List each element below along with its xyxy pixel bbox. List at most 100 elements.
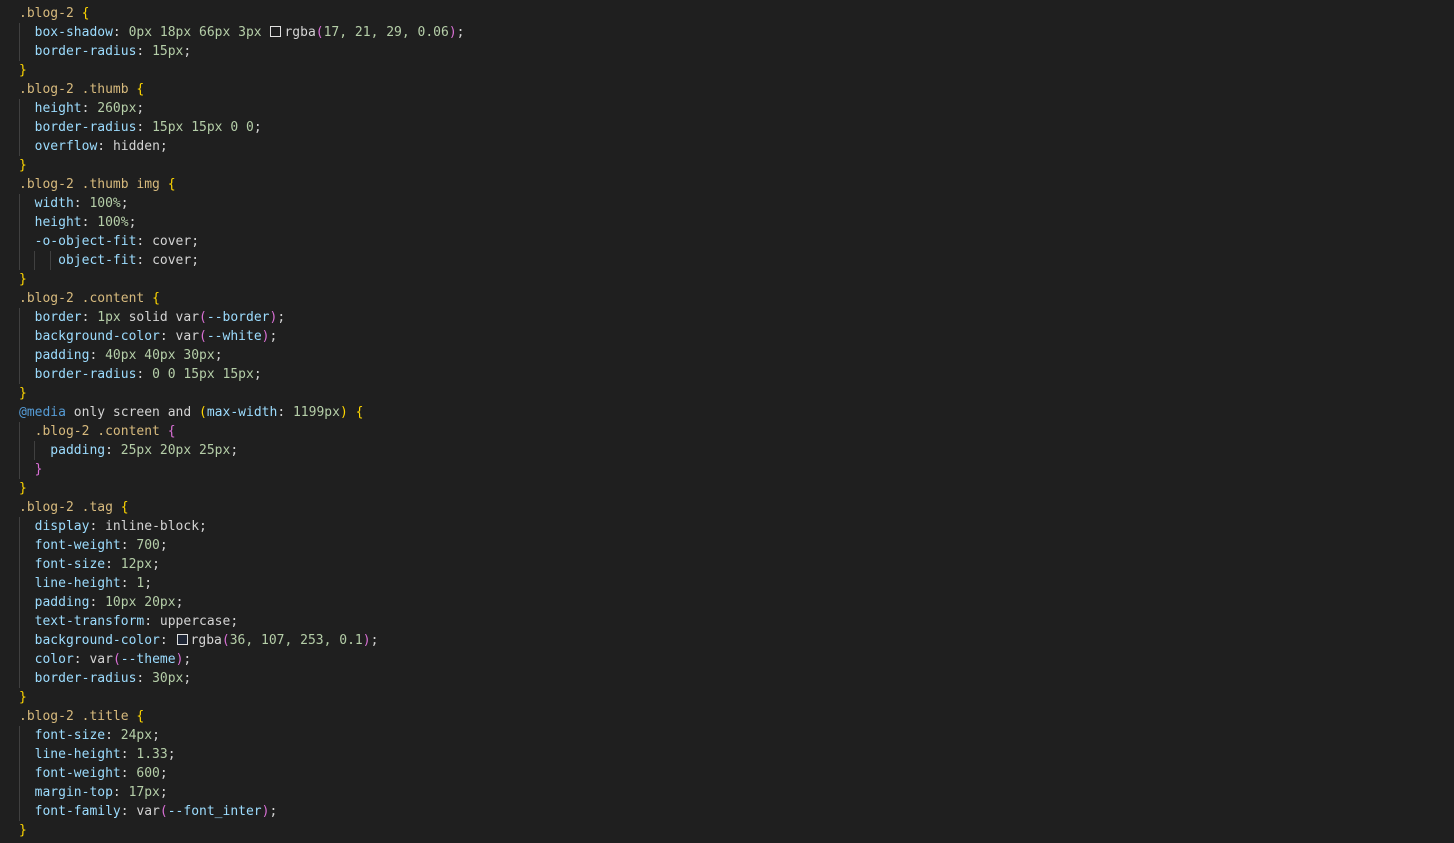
code-line[interactable]: background-color: var(--white);: [0, 327, 1454, 346]
code-line[interactable]: .blog-2 .content {: [0, 422, 1454, 441]
code-token: ;: [120, 196, 129, 211]
code-line-content: height: 260px;: [19, 99, 145, 118]
code-token: :: [120, 804, 137, 819]
code-line[interactable]: color: var(--theme);: [0, 650, 1454, 669]
code-token: :: [73, 196, 90, 211]
code-token: .blog-2 .content: [19, 424, 168, 439]
code-line[interactable]: font-family: var(--font_inter);: [0, 802, 1454, 821]
code-line[interactable]: object-fit: cover;: [0, 251, 1454, 270]
code-line[interactable]: box-shadow: 0px 18px 66px 3px rgba(17, 2…: [0, 23, 1454, 42]
code-line[interactable]: }: [0, 688, 1454, 707]
code-token: ;: [159, 766, 168, 781]
code-area[interactable]: .blog-2 { box-shadow: 0px 18px 66px 3px …: [0, 4, 1454, 840]
code-token: .blog-2: [19, 6, 82, 21]
code-line[interactable]: .blog-2 .content {: [0, 289, 1454, 308]
code-token: text-transform: [19, 614, 145, 629]
code-token: ): [339, 405, 348, 420]
code-line-content: box-shadow: 0px 18px 66px 3px rgba(17, 2…: [19, 23, 465, 42]
code-token: ;: [159, 139, 168, 154]
code-token: line-height: [19, 576, 121, 591]
code-line[interactable]: border-radius: 30px;: [0, 669, 1454, 688]
code-line[interactable]: font-weight: 700;: [0, 536, 1454, 555]
code-token: 100%: [97, 215, 129, 230]
code-token: ;: [183, 652, 192, 667]
code-token: uppercase: [159, 614, 231, 629]
code-line-content: }: [19, 61, 27, 80]
code-line[interactable]: border-radius: 15px 15px 0 0;: [0, 118, 1454, 137]
code-line-content: }: [19, 479, 27, 498]
code-line[interactable]: @media only screen and (max-width: 1199p…: [0, 403, 1454, 422]
code-token: --border: [206, 310, 270, 325]
code-line[interactable]: font-size: 12px;: [0, 555, 1454, 574]
code-token: }: [19, 158, 27, 173]
code-token: ;: [253, 367, 262, 382]
code-line-content: background-color: var(--white);: [19, 327, 278, 346]
code-line[interactable]: }: [0, 821, 1454, 840]
code-line[interactable]: }: [0, 384, 1454, 403]
code-line[interactable]: border-radius: 0 0 15px 15px;: [0, 365, 1454, 384]
code-token: :: [120, 766, 137, 781]
code-line[interactable]: }: [0, 156, 1454, 175]
code-line[interactable]: .blog-2 .tag {: [0, 498, 1454, 517]
code-token: {: [120, 500, 129, 515]
code-token: .blog-2 .thumb: [19, 82, 137, 97]
code-line[interactable]: }: [0, 460, 1454, 479]
code-token: inline-block: [105, 519, 200, 534]
code-line-content: }: [19, 270, 27, 289]
code-token: :: [89, 595, 106, 610]
code-line[interactable]: padding: 10px 20px;: [0, 593, 1454, 612]
code-token: padding: [19, 348, 90, 363]
code-line[interactable]: line-height: 1.33;: [0, 745, 1454, 764]
code-line[interactable]: text-transform: uppercase;: [0, 612, 1454, 631]
code-line[interactable]: font-size: 24px;: [0, 726, 1454, 745]
code-line[interactable]: font-weight: 600;: [0, 764, 1454, 783]
code-token: :: [136, 253, 153, 268]
code-token: ;: [144, 576, 153, 591]
code-editor[interactable]: .blog-2 { box-shadow: 0px 18px 66px 3px …: [0, 0, 1454, 843]
code-line[interactable]: overflow: hidden;: [0, 137, 1454, 156]
code-token: ;: [175, 595, 184, 610]
code-token: }: [19, 823, 27, 838]
code-line[interactable]: border-radius: 15px;: [0, 42, 1454, 61]
code-token: (: [199, 329, 207, 344]
code-line[interactable]: .blog-2 .thumb img {: [0, 175, 1454, 194]
code-line-content: border: 1px solid var(--border);: [19, 308, 286, 327]
code-token: ;: [183, 44, 192, 59]
code-line[interactable]: border: 1px solid var(--border);: [0, 308, 1454, 327]
code-line[interactable]: }: [0, 270, 1454, 289]
code-token: -o-object-fit: [19, 234, 137, 249]
code-line[interactable]: width: 100%;: [0, 194, 1454, 213]
code-line[interactable]: padding: 25px 20px 25px;: [0, 441, 1454, 460]
code-token: 100%: [89, 196, 121, 211]
code-token: :: [136, 671, 153, 686]
code-token: :: [105, 728, 121, 743]
code-line[interactable]: -o-object-fit: cover;: [0, 232, 1454, 251]
code-token: border-radius: [19, 367, 137, 382]
code-line[interactable]: line-height: 1;: [0, 574, 1454, 593]
color-swatch-icon[interactable]: [176, 634, 188, 645]
code-line[interactable]: .blog-2 {: [0, 4, 1454, 23]
code-line[interactable]: }: [0, 61, 1454, 80]
code-line[interactable]: display: inline-block;: [0, 517, 1454, 536]
code-token: 15px: [152, 44, 184, 59]
code-line[interactable]: padding: 40px 40px 30px;: [0, 346, 1454, 365]
code-line[interactable]: }: [0, 479, 1454, 498]
code-line[interactable]: background-color: rgba(36, 107, 253, 0.1…: [0, 631, 1454, 650]
code-line[interactable]: margin-top: 17px;: [0, 783, 1454, 802]
code-line[interactable]: height: 260px;: [0, 99, 1454, 118]
code-token: font-weight: [19, 538, 121, 553]
code-token: (: [221, 633, 230, 648]
code-token: }: [19, 386, 27, 401]
code-line[interactable]: .blog-2 .thumb {: [0, 80, 1454, 99]
code-line-content: font-family: var(--font_inter);: [19, 802, 278, 821]
code-token: :: [81, 101, 98, 116]
code-token: {: [167, 177, 176, 192]
color-swatch-icon[interactable]: [270, 26, 282, 37]
code-token: (: [112, 652, 121, 667]
code-line[interactable]: .blog-2 .title {: [0, 707, 1454, 726]
code-token: ): [362, 633, 371, 648]
code-token: border: [19, 310, 82, 325]
code-line[interactable]: height: 100%;: [0, 213, 1454, 232]
code-line-content: font-weight: 700;: [19, 536, 168, 555]
code-token: overflow: [19, 139, 98, 154]
